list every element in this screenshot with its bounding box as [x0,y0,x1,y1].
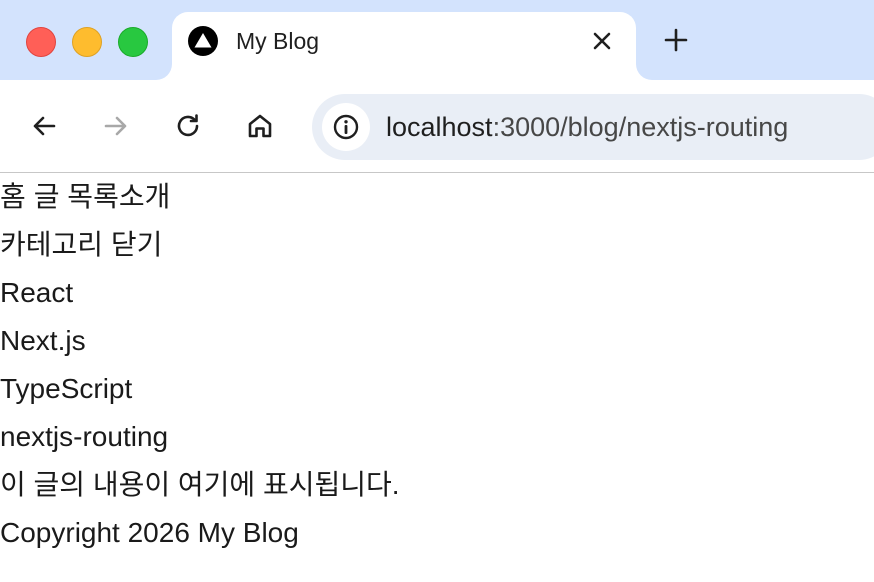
site-info-button[interactable] [322,103,370,151]
category-link-react[interactable]: React [0,269,73,317]
forward-arrow-icon [104,116,127,136]
category-link-typescript[interactable]: TypeScript [0,365,132,413]
footer: Copyright 2026 My Blog [0,517,299,548]
nextjs-logo-icon [188,26,218,56]
page-content: 홈 글 목록소개 카테고리 닫기 React Next.js TypeScript… [0,173,874,582]
reload-button[interactable] [172,110,204,142]
reload-icon [177,114,199,137]
post-slug: nextjs-routing [0,421,169,452]
home-icon [248,114,272,138]
nav-link-home[interactable]: 홈 [0,181,26,212]
nav-link-about[interactable]: 소개 [119,181,171,212]
back-button[interactable] [28,110,60,142]
post-body: 이 글의 내용이 여기에 표시됩니다. [0,469,400,500]
category-toggle-button[interactable]: 카테고리 닫기 [0,221,162,269]
home-button[interactable] [244,110,276,142]
minimize-window-button[interactable] [72,27,102,57]
category-link-nextjs[interactable]: Next.js [0,317,86,365]
address-bar[interactable]: localhost:3000/blog/nextjs-routing [312,94,874,160]
tab-close-button[interactable] [588,27,616,55]
close-icon [593,32,611,50]
tab-title: My Blog [236,28,320,54]
url-text: localhost:3000/blog/nextjs-routing [386,111,788,143]
plus-icon [664,28,688,52]
maximize-window-button[interactable] [118,27,148,57]
info-icon [333,114,359,140]
url-path: :3000/blog/nextjs-routing [492,112,789,142]
browser-tab[interactable]: My Blog [172,12,636,80]
close-window-button[interactable] [26,27,56,57]
back-arrow-icon [33,116,56,136]
forward-button[interactable] [100,110,132,142]
nav-link-posts[interactable]: 글 목록 [34,181,119,212]
url-host: localhost [386,112,493,142]
browser-toolbar: localhost:3000/blog/nextjs-routing [0,80,874,173]
new-tab-button[interactable] [660,24,692,56]
tab-strip: My Blog [0,0,874,80]
site-nav: 홈 글 목록소개 [0,173,170,221]
